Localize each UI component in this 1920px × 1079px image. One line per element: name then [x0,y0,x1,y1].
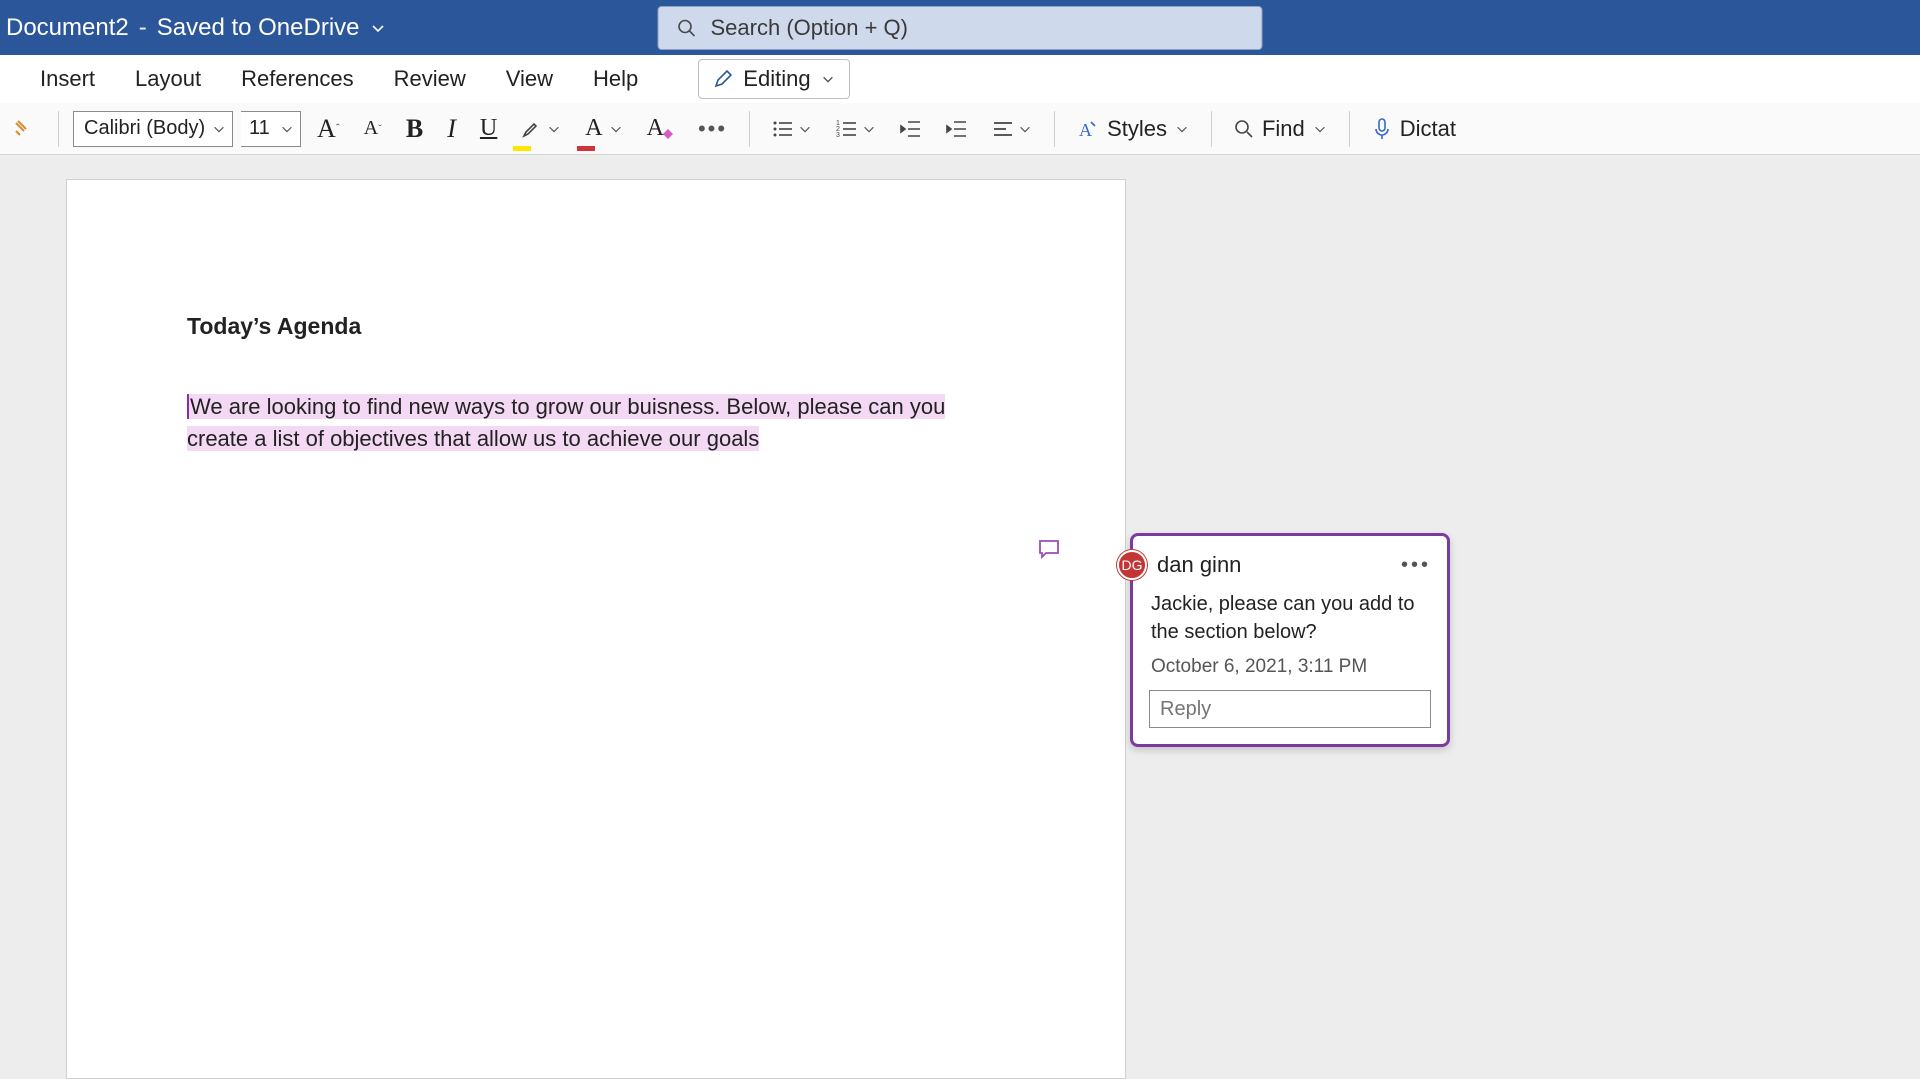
chevron-down-icon [798,122,812,136]
comment-card: DG dan ginn ••• Jackie, please can you a… [1130,533,1450,747]
highlighter-icon [521,119,541,139]
search-placeholder: Search (Option + Q) [711,15,908,41]
chevron-down-icon[interactable] [370,20,386,36]
decrease-indent-button[interactable] [892,111,930,147]
numbering-button[interactable]: 123 [828,111,884,147]
comment-menu-button[interactable]: ••• [1401,554,1431,577]
toolbar-separator [58,111,59,147]
align-icon [992,118,1014,140]
chevron-down-icon [280,122,294,136]
chevron-down-icon [547,122,561,136]
highlighted-text[interactable]: We are looking to find new ways to grow … [187,394,945,451]
toolbar-separator [1211,111,1212,147]
chevron-down-icon [609,122,623,136]
font-name-value: Calibri (Body) [84,117,205,140]
microphone-icon [1372,117,1392,141]
more-formatting-button[interactable]: ••• [690,111,735,147]
chevron-down-icon [212,122,226,136]
chevron-down-icon [862,122,876,136]
search-input[interactable]: Search (Option + Q) [658,6,1263,50]
outdent-icon [900,118,922,140]
dictate-label: Dictat [1400,116,1456,142]
editing-label: Editing [743,66,810,92]
font-name-select[interactable]: Calibri (Body) [73,111,233,147]
indent-icon [946,118,968,140]
bullets-button[interactable] [764,111,820,147]
styles-label: Styles [1107,116,1167,142]
document-title-group[interactable]: Document2 - Saved to OneDrive [6,14,386,42]
document-page[interactable]: Today’s Agenda We are looking to find ne… [66,179,1126,1079]
svg-text:3: 3 [836,132,840,139]
font-color-button[interactable]: A [577,111,630,147]
editing-mode-button[interactable]: Editing [698,59,849,99]
comment-header: DG dan ginn ••• [1149,550,1431,580]
shrink-font-button[interactable]: Aˇ [356,111,390,147]
increase-indent-button[interactable] [938,111,976,147]
comment-timestamp: October 6, 2021, 3:11 PM [1149,656,1431,678]
chevron-down-icon [1313,122,1327,136]
styles-button[interactable]: A Styles [1069,111,1197,147]
numbering-icon: 123 [836,118,858,140]
document-heading[interactable]: Today’s Agenda [187,310,1005,343]
save-status: Saved to OneDrive [157,14,360,42]
search-wrap: Search (Option + Q) [658,6,1263,50]
tab-help[interactable]: Help [593,66,638,92]
chevron-down-icon [821,72,835,86]
bullets-icon [772,118,794,140]
document-name: Document2 [6,14,129,42]
font-size-value: 11 [249,117,270,140]
font-color-swatch [577,146,595,151]
bold-button[interactable]: B [398,111,431,147]
tab-references[interactable]: References [241,66,354,92]
document-canvas[interactable]: Today’s Agenda We are looking to find ne… [0,155,1920,1079]
avatar: DG [1117,550,1147,580]
highlight-color-button[interactable] [513,111,569,147]
grow-font-button[interactable]: Aˆ [309,111,348,147]
align-button[interactable] [984,111,1040,147]
document-paragraph[interactable]: We are looking to find new ways to grow … [187,391,1005,455]
ribbon-tabs: Insert Layout References Review View Hel… [0,55,1920,103]
tab-layout[interactable]: Layout [135,66,201,92]
format-painter-button[interactable] [4,111,44,147]
formatting-toolbar: Calibri (Body) 11 Aˆ Aˇ B I U A A ••• 12… [0,103,1920,155]
clear-formatting-button[interactable]: A [639,111,682,147]
search-icon [677,18,697,38]
tab-review[interactable]: Review [394,66,466,92]
svg-text:A: A [1079,120,1092,140]
toolbar-separator [1349,111,1350,147]
styles-icon: A [1077,118,1099,140]
toolbar-separator [749,111,750,147]
comment-indicator-icon[interactable] [1038,538,1060,560]
title-separator: - [135,14,151,42]
chevron-down-icon [1175,122,1189,136]
comment-body: Jackie, please can you add to the sectio… [1149,590,1431,646]
highlight-swatch [513,146,531,151]
italic-button[interactable]: I [439,111,464,147]
chevron-down-icon [1018,122,1032,136]
reply-input[interactable] [1149,690,1431,728]
commenter-name: dan ginn [1157,552,1241,578]
font-size-select[interactable]: 11 [241,111,301,147]
tab-view[interactable]: View [506,66,553,92]
find-button[interactable]: Find [1226,111,1335,147]
pencil-icon [713,69,733,89]
format-painter-icon [12,117,36,141]
underline-button[interactable]: U [472,111,505,147]
title-bar: Document2 - Saved to OneDrive Search (Op… [0,0,1920,55]
tab-insert[interactable]: Insert [40,66,95,92]
find-label: Find [1262,116,1305,142]
dictate-button[interactable]: Dictat [1364,111,1464,147]
eraser-icon [662,128,674,140]
search-icon [1234,119,1254,139]
toolbar-separator [1054,111,1055,147]
